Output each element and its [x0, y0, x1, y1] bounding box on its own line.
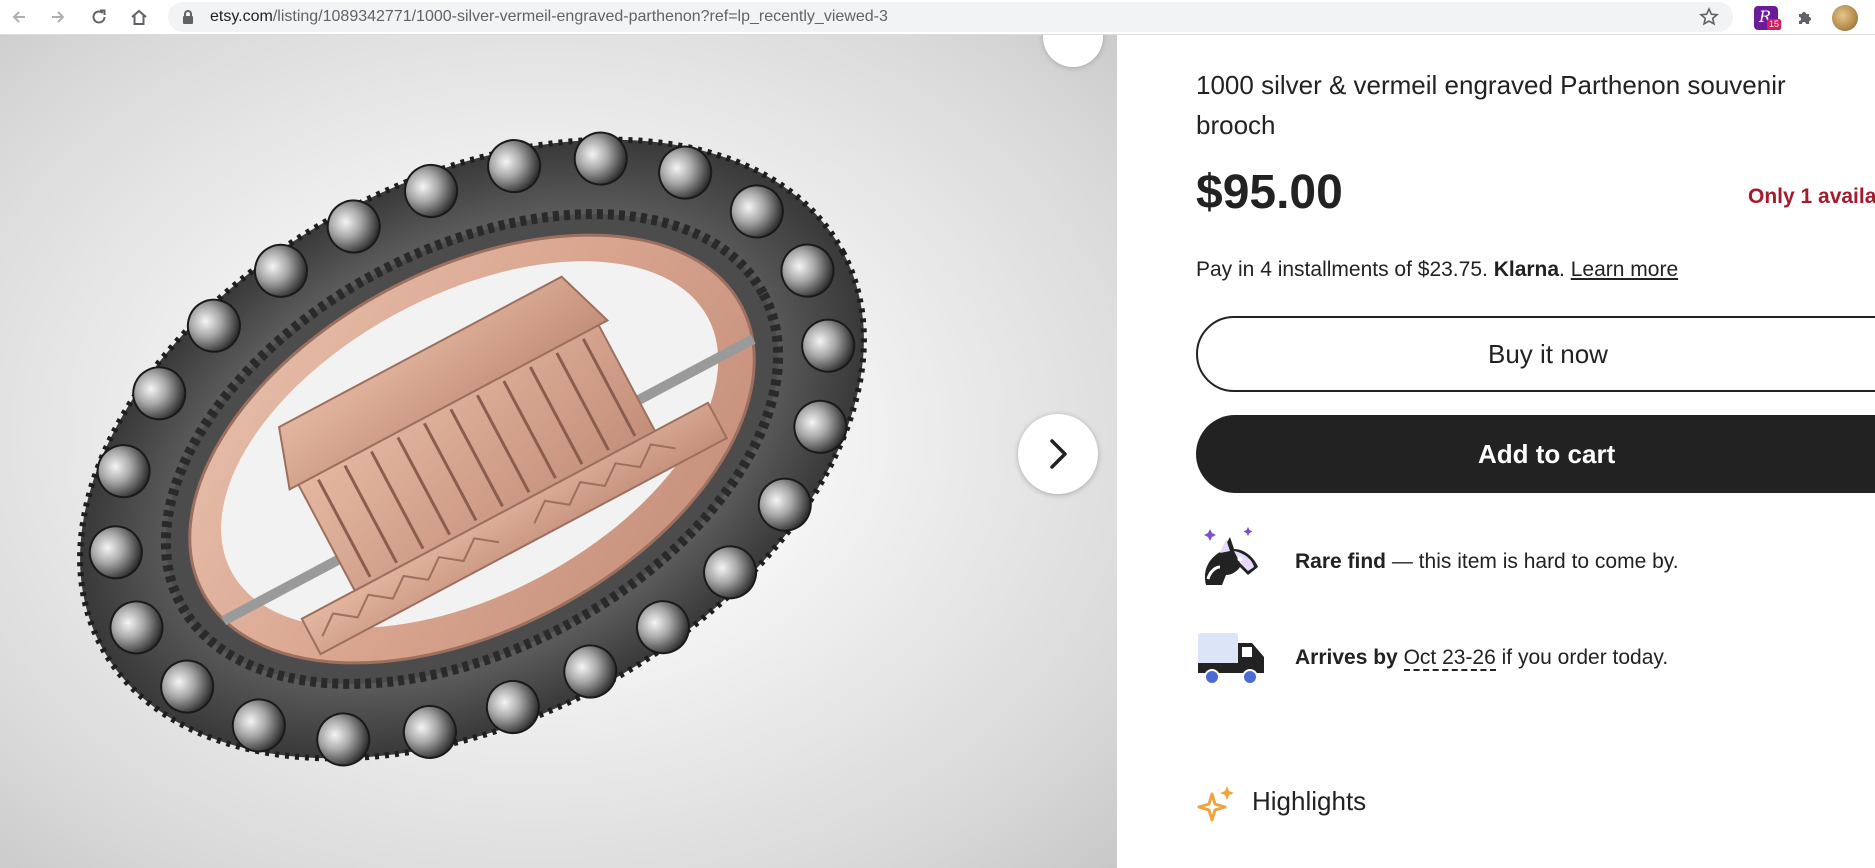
url-host: etsy.com: [210, 8, 273, 25]
back-button[interactable]: [6, 4, 32, 30]
rare-find-notice: Rare find — this item is hard to come by…: [1196, 523, 1875, 603]
stock-availability-note: Only 1 availa: [1748, 185, 1875, 208]
listing-image-gallery: [0, 35, 1117, 868]
klarna-installments: Pay in 4 installments of $23.75. Klarna.…: [1196, 258, 1678, 282]
brooch-photo: [77, 131, 867, 767]
extension-logo-icon: R 15: [1754, 6, 1781, 30]
next-image-button[interactable]: [1018, 414, 1098, 494]
reload-icon: [92, 9, 106, 24]
learn-more-link[interactable]: Learn more: [1571, 258, 1678, 281]
extension-button[interactable]: R 15: [1752, 4, 1781, 32]
listing-price: $95.00: [1196, 166, 1343, 219]
home-button[interactable]: [126, 4, 152, 30]
extensions-menu-button[interactable]: [1791, 4, 1819, 32]
rare-find-label: Rare find: [1295, 550, 1387, 573]
arrival-estimate: Arrives by Oct 23-26 if you order today.: [1196, 619, 1875, 699]
installments-text: Pay in 4 installments of $23.75.: [1196, 258, 1488, 281]
profile-avatar[interactable]: [1831, 4, 1859, 32]
browser-toolbar: etsy.com/listing/1089342771/1000-silver-…: [0, 0, 1875, 35]
klarna-brand: Klarna: [1493, 258, 1560, 281]
address-bar[interactable]: etsy.com/listing/1089342771/1000-silver-…: [168, 2, 1733, 32]
unicorn-icon: [1204, 527, 1258, 585]
home-icon: [131, 9, 147, 25]
rare-find-text: Rare find — this item is hard to come by…: [1295, 550, 1679, 574]
highlights-section: Highlights: [1196, 780, 1596, 830]
lock-icon: [183, 10, 193, 24]
avatar-icon: [1832, 5, 1858, 31]
forward-button[interactable]: [45, 4, 71, 30]
arrow-left-icon: [12, 11, 25, 23]
arrow-right-icon: [52, 11, 65, 23]
url-text: etsy.com/listing/1089342771/1000-silver-…: [210, 8, 888, 26]
delivery-truck-icon: [1198, 633, 1264, 685]
reload-button[interactable]: [86, 4, 112, 30]
listing-details-panel: 1000 silver & vermeil engraved Parthenon…: [1117, 35, 1875, 868]
highlights-heading: Highlights: [1252, 786, 1367, 816]
arrival-date[interactable]: Oct 23-26: [1403, 646, 1496, 671]
sparkle-icon: [1197, 786, 1234, 822]
arrival-text: Arrives by Oct 23-26 if you order today.: [1295, 646, 1669, 671]
buy-it-now-button[interactable]: Buy it now: [1196, 316, 1875, 392]
extension-badge: 15: [1766, 19, 1781, 30]
puzzle-icon: [1799, 12, 1811, 24]
installments-separator: .: [1559, 258, 1565, 281]
chevron-right-icon: [1050, 439, 1067, 469]
arrival-label: Arrives by: [1295, 646, 1398, 669]
rare-find-description: — this item is hard to come by.: [1386, 550, 1679, 573]
url-path: /listing/1089342771/1000-silver-vermeil-…: [272, 8, 888, 25]
bookmark-star-icon[interactable]: [1699, 7, 1719, 27]
arrival-condition: if you order today.: [1495, 646, 1669, 669]
listing-title: 1000 silver & vermeil engraved Parthenon…: [1196, 70, 1786, 140]
add-to-cart-button[interactable]: Add to cart: [1196, 415, 1875, 493]
